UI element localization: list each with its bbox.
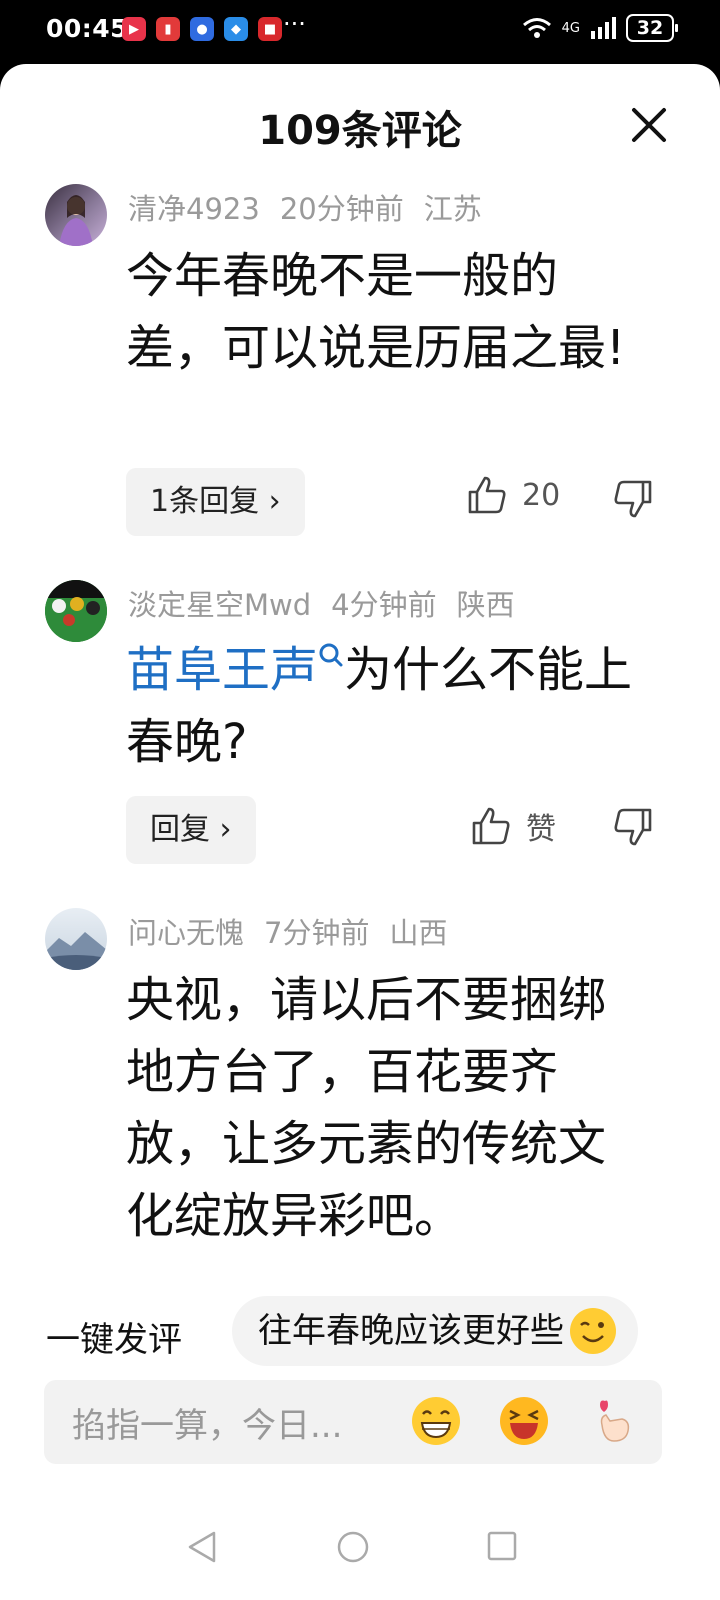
- suggestion-text: 往年春晚应该更好些: [258, 1311, 564, 1351]
- like-count: 20: [522, 477, 561, 513]
- news-app-icon: ▮: [156, 17, 180, 41]
- thumbs-down-icon[interactable]: [612, 478, 654, 520]
- search-link[interactable]: 苗阜王声: [126, 642, 318, 698]
- search-icon[interactable]: [318, 642, 344, 674]
- quick-reply-bar: 一键发评 往年春晚应该更好些: [0, 1288, 720, 1378]
- like-button[interactable]: 20: [466, 474, 560, 516]
- landscape-icon: [45, 932, 107, 970]
- username[interactable]: 问心无愧: [128, 916, 244, 950]
- comment-location: 山西: [389, 916, 448, 950]
- video-app-icon: ▶: [122, 17, 146, 41]
- recent-apps-icon[interactable]: [486, 1530, 518, 1562]
- comment-meta: 清净4923 20分钟前 江苏: [128, 186, 502, 228]
- grin-emoji-icon[interactable]: [410, 1395, 462, 1447]
- reply-button[interactable]: 回复 ›: [126, 796, 256, 864]
- like-count: 赞: [526, 812, 556, 847]
- thumbs-up-icon: [468, 476, 506, 514]
- signal-icon: [591, 17, 616, 39]
- comment-meta: 淡定星空Mwd 4分钟前 陕西: [128, 582, 535, 624]
- thumbs-up-icon: [472, 807, 510, 845]
- like-button[interactable]: 赞: [470, 804, 556, 848]
- battery-indicator: 32: [626, 14, 678, 42]
- user-photo-icon: [59, 195, 93, 246]
- comment-text: 苗阜王声 为什么不能上春晚?: [126, 634, 646, 778]
- shopping-app-icon: ■: [258, 17, 282, 41]
- close-icon[interactable]: [630, 106, 668, 144]
- comment-time: 4分钟前: [331, 588, 437, 622]
- comment-time: 20分钟前: [279, 192, 404, 226]
- thumbs-down-icon[interactable]: [612, 806, 654, 848]
- browser-app-icon: ●: [190, 17, 214, 41]
- comments-sheet: 109条评论 清净4923 20分钟前 江苏 今年春晚不是一般的差，可以说是历届之最…: [0, 64, 720, 1600]
- billiard-balls-icon: [45, 580, 107, 642]
- comment-time: 7分钟前: [264, 916, 370, 950]
- status-right: 4G 32: [522, 14, 678, 42]
- view-replies-button[interactable]: 1条回复 ›: [126, 468, 305, 536]
- home-icon[interactable]: [336, 1530, 370, 1564]
- notification-icons: ▶ ▮ ● ◆ ■: [122, 17, 282, 41]
- comment-text: 央视，请以后不要捆绑地方台了，百花要齐放，让多元素的传统文化绽放异彩吧。: [126, 972, 607, 1244]
- wifi-icon: [522, 18, 551, 38]
- laugh-emoji-icon[interactable]: [498, 1395, 550, 1447]
- comment-text: 今年春晚不是一般的差，可以说是历届之最!: [126, 248, 626, 376]
- wink-emoji-icon: [570, 1308, 616, 1354]
- avatar[interactable]: [45, 908, 107, 970]
- status-time: 00:45: [46, 14, 129, 43]
- page-title: 109条评论: [258, 108, 462, 154]
- avatar[interactable]: [45, 184, 107, 246]
- system-navigation-bar: [0, 1500, 720, 1600]
- shield-app-icon: ◆: [224, 17, 248, 41]
- status-bar: 00:45 ▶ ▮ ● ◆ ■ ··· 4G 32: [0, 0, 720, 64]
- comment-location: 陕西: [456, 588, 515, 622]
- network-type: 4G: [561, 20, 580, 36]
- more-notifications-icon: ···: [283, 10, 306, 38]
- finger-heart-icon[interactable]: [586, 1395, 638, 1447]
- comment-location: 江苏: [423, 192, 482, 226]
- avatar[interactable]: [45, 580, 107, 642]
- comment-meta: 问心无愧 7分钟前 山西: [128, 910, 467, 952]
- quick-reply-label: 一键发评: [46, 1320, 182, 1360]
- comment-input[interactable]: 掐指一算，今日...: [44, 1380, 662, 1464]
- back-icon[interactable]: [186, 1530, 218, 1564]
- input-placeholder: 掐指一算，今日...: [72, 1406, 343, 1446]
- username[interactable]: 清净4923: [128, 192, 260, 226]
- username[interactable]: 淡定星空Mwd: [128, 588, 311, 622]
- quick-reply-suggestion[interactable]: 往年春晚应该更好些: [232, 1296, 638, 1366]
